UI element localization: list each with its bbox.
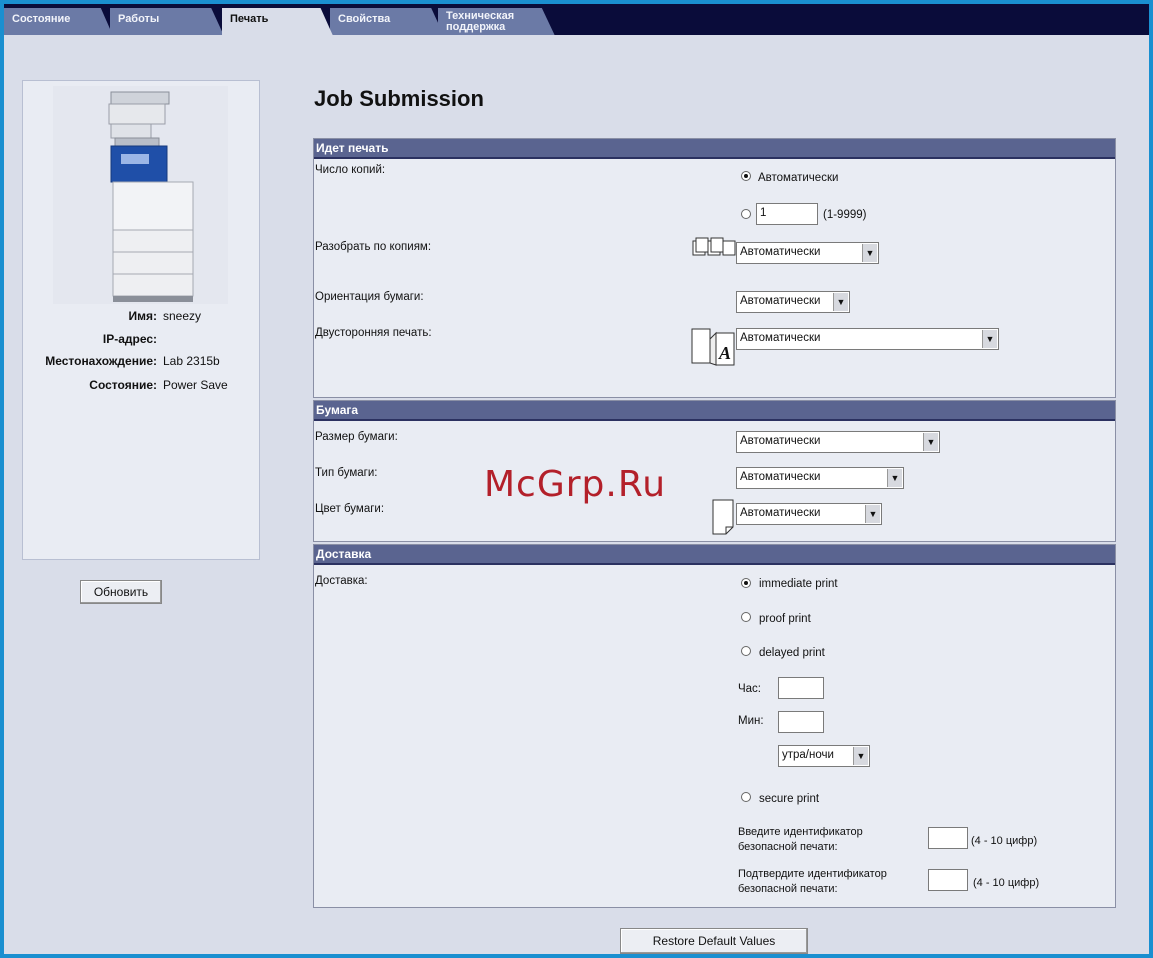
duplex-label: Двусторонняя печать: bbox=[315, 327, 432, 339]
ampm-select[interactable]: утра/ночи ▼ bbox=[778, 745, 870, 767]
paper-color-select[interactable]: Автоматически ▼ bbox=[736, 503, 882, 525]
collate-select-value: Автоматически bbox=[740, 246, 821, 258]
printing-section-header: Идет печать bbox=[314, 139, 1115, 159]
chevron-down-icon: ▼ bbox=[833, 293, 848, 311]
paper-type-label: Тип бумаги: bbox=[315, 467, 378, 479]
minute-input[interactable] bbox=[778, 711, 824, 733]
copies-auto-label: Автоматически bbox=[758, 172, 839, 184]
proof-print-label: proof print bbox=[759, 613, 811, 625]
collate-icon bbox=[692, 237, 736, 260]
copies-input[interactable]: 1 bbox=[756, 203, 818, 225]
paper-color-label: Цвет бумаги: bbox=[315, 503, 385, 515]
copies-label: Число копий: bbox=[315, 164, 386, 176]
paper-type-select[interactable]: Автоматически ▼ bbox=[736, 467, 904, 489]
delayed-print-label: delayed print bbox=[759, 647, 825, 659]
printing-section: Идет печать Число копий: Автоматически 1… bbox=[313, 138, 1116, 398]
paper-type-select-value: Автоматически bbox=[740, 471, 821, 483]
secure-print-radio[interactable] bbox=[741, 792, 751, 802]
device-ip-label: IP-адрес: bbox=[102, 332, 157, 346]
duplex-select-value: Автоматически bbox=[740, 332, 821, 344]
copies-range-hint: (1-9999) bbox=[823, 209, 867, 221]
paper-size-select-value: Автоматически bbox=[740, 435, 821, 447]
delivery-section: Доставка Доставка: immediate print proof… bbox=[313, 544, 1116, 908]
device-name-label: Имя: bbox=[128, 309, 158, 323]
enter-id-label: Введите идентификатор безопасной печати: bbox=[738, 826, 863, 853]
copies-number-radio[interactable] bbox=[741, 209, 751, 219]
confirm-id-input[interactable] bbox=[928, 869, 968, 891]
chevron-down-icon: ▼ bbox=[862, 244, 877, 262]
confirm-id-hint: (4 - 10 цифр) bbox=[973, 877, 1040, 889]
paper-sheet-icon bbox=[712, 499, 734, 538]
chevron-down-icon: ▼ bbox=[982, 330, 997, 348]
minute-label: Мин: bbox=[738, 715, 764, 727]
immediate-print-label: immediate print bbox=[759, 578, 838, 590]
svg-text:A: A bbox=[718, 343, 731, 363]
paper-section: Бумага Размер бумаги: Автоматически ▼ Ти… bbox=[313, 400, 1116, 542]
device-name-value: sneezy bbox=[163, 309, 202, 323]
delayed-print-radio[interactable] bbox=[741, 646, 751, 656]
refresh-button[interactable]: Обновить bbox=[80, 580, 162, 604]
device-location-label: Местонахождение: bbox=[45, 354, 157, 368]
device-location-value: Lab 2315b bbox=[163, 354, 220, 368]
tab-properties[interactable]: Свойства bbox=[330, 8, 445, 38]
orientation-label: Ориентация бумаги: bbox=[315, 291, 424, 303]
app-frame: Состояние Работы Печать Свойства Техниче… bbox=[4, 4, 1149, 954]
paper-color-select-value: Автоматически bbox=[740, 507, 821, 519]
delivery-label: Доставка: bbox=[315, 575, 368, 587]
watermark-text: McGrp.Ru bbox=[484, 464, 667, 505]
hour-input[interactable] bbox=[778, 677, 824, 699]
confirm-id-label: Подтвердите идентификатор безопасной печ… bbox=[738, 868, 887, 895]
proof-print-radio[interactable] bbox=[741, 612, 751, 622]
delivery-section-header: Доставка bbox=[314, 545, 1115, 565]
restore-defaults-button[interactable]: Restore Default Values bbox=[620, 928, 808, 954]
collate-select[interactable]: Автоматически ▼ bbox=[736, 242, 879, 264]
printer-image bbox=[53, 86, 228, 304]
device-panel: Имя: sneezy IP-адрес: Местонахождение: L… bbox=[22, 80, 260, 560]
tab-support[interactable]: Техническая поддержка bbox=[438, 8, 556, 38]
immediate-print-radio[interactable] bbox=[741, 578, 751, 588]
orientation-select-value: Автоматически bbox=[740, 295, 821, 307]
duplex-icon: A bbox=[690, 327, 736, 370]
chevron-down-icon: ▼ bbox=[853, 747, 868, 765]
ampm-select-value: утра/ночи bbox=[782, 749, 834, 761]
tab-bar: Состояние Работы Печать Свойства Техниче… bbox=[4, 4, 1149, 38]
chevron-down-icon: ▼ bbox=[923, 433, 938, 451]
tab-status[interactable]: Состояние bbox=[4, 8, 114, 38]
secure-print-label: secure print bbox=[759, 793, 820, 805]
orientation-select[interactable]: Автоматически ▼ bbox=[736, 291, 850, 313]
collate-label: Разобрать по копиям: bbox=[315, 241, 432, 253]
tab-print[interactable]: Печать bbox=[222, 8, 334, 38]
paper-section-header: Бумага bbox=[314, 401, 1115, 421]
hour-label: Час: bbox=[738, 683, 762, 695]
page-title: Job Submission bbox=[314, 86, 484, 111]
copies-auto-radio[interactable] bbox=[741, 171, 751, 181]
paper-size-label: Размер бумаги: bbox=[315, 431, 398, 443]
tab-jobs[interactable]: Работы bbox=[110, 8, 225, 38]
chevron-down-icon: ▼ bbox=[887, 469, 902, 487]
enter-id-input[interactable] bbox=[928, 827, 968, 849]
paper-size-select[interactable]: Автоматически ▼ bbox=[736, 431, 940, 453]
enter-id-hint: (4 - 10 цифр) bbox=[971, 835, 1038, 847]
chevron-down-icon: ▼ bbox=[865, 505, 880, 523]
device-status-value: Power Save bbox=[163, 378, 228, 392]
duplex-select[interactable]: Автоматически ▼ bbox=[736, 328, 999, 350]
device-status-label: Состояние: bbox=[89, 378, 157, 392]
